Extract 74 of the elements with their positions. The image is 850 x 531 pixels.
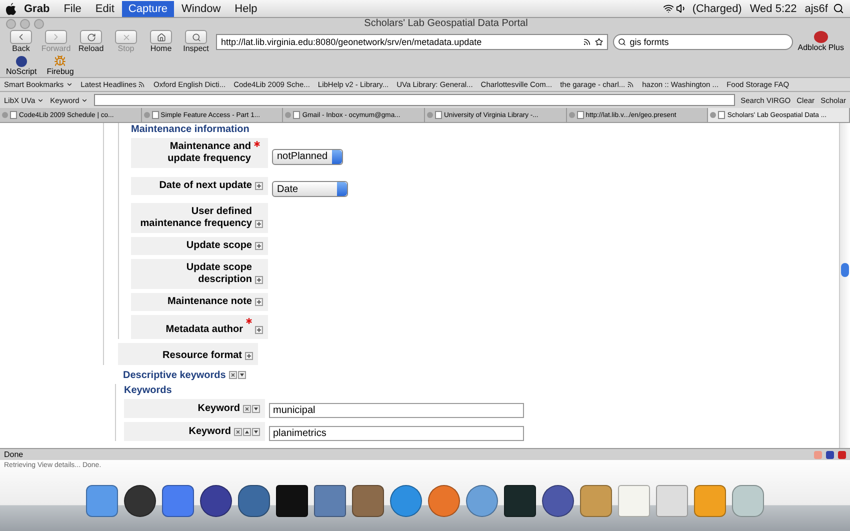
section-heading: Descriptive keywords [123,370,226,381]
close-icon [122,32,130,42]
dock-app-icon[interactable] [238,485,270,517]
field-label: Update scope [131,237,268,255]
field-label: User defined maintenance frequency [131,203,268,233]
bug-icon [54,55,66,67]
dock-app-icon[interactable] [542,485,574,517]
move-up-icon[interactable] [243,428,251,436]
field-label: Update scope description [131,259,268,289]
keyword-field[interactable]: municipal [269,402,524,418]
field-label: Date of next update [131,176,268,194]
expand-plus-icon[interactable] [245,352,253,360]
reload-button[interactable]: Reload [76,30,106,53]
firebug-button[interactable]: Firebug [46,55,74,76]
wifi-icon[interactable] [663,3,674,14]
status-text: Done [4,450,24,459]
search-field[interactable]: gis formts [612,34,793,50]
group-heading: Keywords [124,385,172,396]
expand-plus-icon[interactable] [255,182,263,190]
clock[interactable]: Wed 5:22 [746,2,800,14]
window-title: Scholars' Lab Geospatial Data Portal [363,18,529,29]
caret-icon [37,96,44,104]
search-icon[interactable] [833,3,844,14]
search-icon [192,32,200,42]
menu-item[interactable]: Window [176,0,227,16]
field-label: Maintenance note [131,293,268,311]
search-icon [618,38,626,46]
caret-icon [81,96,88,104]
move-down-icon[interactable] [238,370,246,378]
remove-x-icon[interactable] [228,370,237,378]
home-button[interactable]: Home [146,30,176,53]
field-label: Maintenance and update frequency [131,138,268,168]
menu-item[interactable]: Grab [18,0,56,16]
field-label: Keyword [124,422,265,441]
dropdown[interactable]: notPlanned [272,148,343,164]
move-down-icon[interactable] [252,428,260,436]
dock-app-icon[interactable] [200,485,232,517]
menu-item[interactable]: Capture [122,0,174,16]
inspect-button[interactable]: Inspect [181,30,211,53]
menu-item[interactable]: Edit [89,0,120,16]
move-down-icon[interactable] [252,405,260,413]
star-icon [594,38,603,46]
back-button[interactable]: Back [6,30,36,53]
volume-icon[interactable] [676,3,688,14]
expand-plus-icon[interactable] [255,326,263,334]
user-name[interactable]: ajs6f [802,2,831,14]
expand-plus-icon[interactable] [255,220,263,228]
field-label: Keyword [124,399,265,418]
expand-plus-icon[interactable] [255,276,263,284]
remove-x-icon[interactable] [234,428,242,436]
dropdown[interactable]: Date [272,181,348,197]
address-field[interactable]: http://lat.lib.virginia.edu:8080/geonetwork/srv/en/metadata.update [216,34,608,50]
caret-icon [66,81,73,88]
adblock-button[interactable]: Adblock Plus [798,31,844,52]
keyword-field[interactable]: planimetrics [269,426,524,440]
libx-search-field[interactable] [94,94,735,106]
scrollbar[interactable] [839,123,850,448]
menu-item[interactable]: File [58,0,88,16]
remove-x-icon[interactable] [243,405,251,413]
feed-icon [627,81,634,88]
section-heading: Maintenance information [131,124,250,135]
expand-plus-icon[interactable] [255,242,263,250]
apple-logo-icon[interactable] [6,2,16,14]
battery-status[interactable]: (Charged) [689,2,745,14]
noscript-button[interactable]: NoScript [6,56,37,76]
house-icon [156,32,166,42]
dock-app-icon[interactable] [124,485,156,517]
feed-icon [582,38,591,46]
feed-icon [138,81,146,88]
expand-plus-icon[interactable] [255,298,263,306]
menu-item[interactable]: Help [228,0,264,16]
field-label: Metadata author [131,315,268,339]
field-label: Resource format [118,343,258,365]
reload-icon [86,32,96,42]
